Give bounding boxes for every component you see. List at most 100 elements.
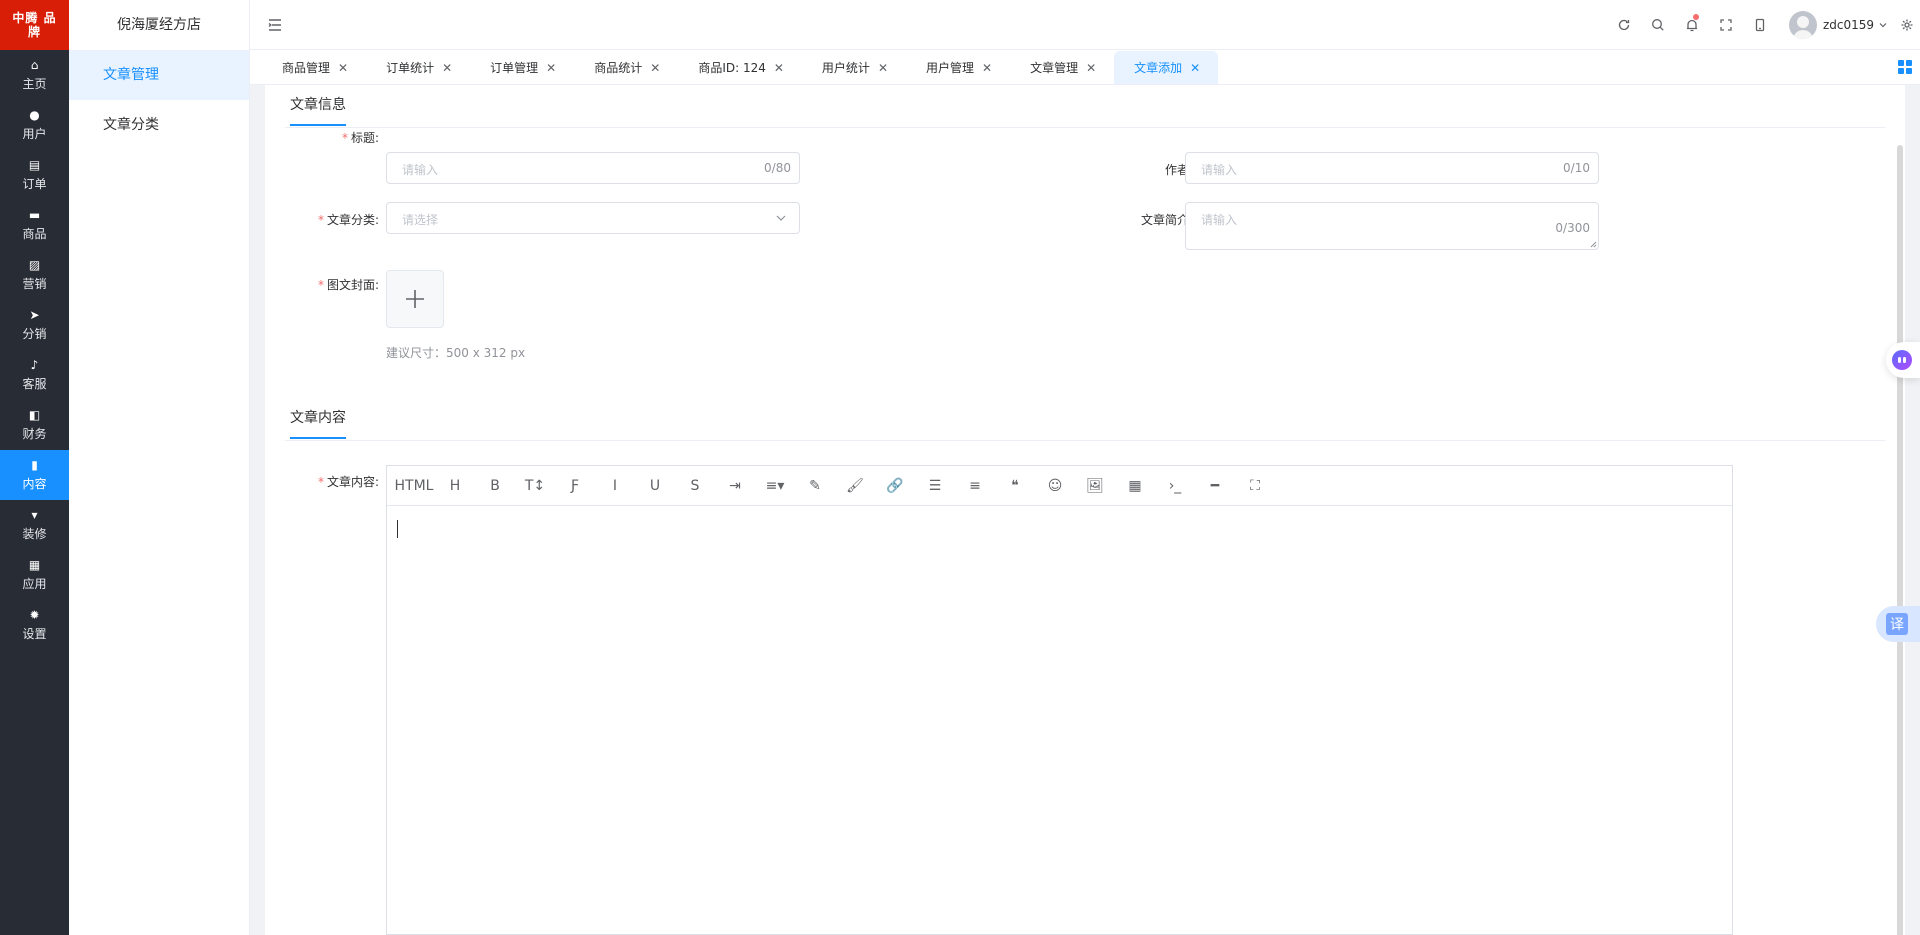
editor-tool-button[interactable]: T↕	[515, 472, 555, 500]
sidebar-item-10[interactable]: ▦ 应用	[0, 550, 69, 600]
tab[interactable]: 文章添加 ✕	[1114, 51, 1219, 84]
editor-tool-button[interactable]: I	[595, 472, 635, 500]
tab[interactable]: 商品ID: 124 ✕	[678, 51, 802, 84]
close-icon[interactable]: ✕	[1086, 61, 1096, 75]
editor-tool-button[interactable]: Ƒ	[555, 472, 595, 500]
close-icon[interactable]: ✕	[338, 61, 348, 75]
tab[interactable]: 用户统计 ✕	[802, 51, 906, 84]
mobile-icon[interactable]	[1743, 0, 1777, 50]
tab[interactable]: 商品管理 ✕	[262, 51, 366, 84]
sidebar-item-8[interactable]: ▮ 内容	[0, 450, 69, 500]
sidebar-item-6[interactable]: ♪ 客服	[0, 350, 69, 400]
resize-handle-icon[interactable]	[1589, 240, 1597, 248]
required-mark: *	[317, 475, 324, 489]
editor-tool-button[interactable]: ▦	[1115, 472, 1155, 500]
cover-upload-button[interactable]	[386, 270, 444, 328]
translate-icon: 译	[1886, 613, 1908, 635]
tab[interactable]: 文章管理 ✕	[1010, 51, 1114, 84]
tab[interactable]: 订单管理 ✕	[470, 51, 574, 84]
close-icon[interactable]: ✕	[546, 61, 556, 75]
category-label: * 文章分类:	[275, 211, 379, 228]
sidebar-item-5[interactable]: ➤ 分销	[0, 300, 69, 350]
editor-tool-button[interactable]: ❝	[995, 472, 1035, 500]
divider	[285, 440, 1885, 441]
fullscreen-icon[interactable]	[1709, 0, 1743, 50]
tab-label: 订单管理	[490, 61, 539, 75]
content-label-text: 文章内容:	[326, 475, 379, 489]
username: zdc0159	[1822, 18, 1874, 32]
sidebar-item-4[interactable]: ▨ 营销	[0, 250, 69, 300]
refresh-icon[interactable]	[1607, 0, 1641, 50]
editor-tool-button[interactable]: ☰	[915, 472, 955, 500]
editor-tool-button[interactable]: 🖌	[835, 472, 875, 500]
sidebar-item-label: 内容	[22, 477, 47, 491]
editor-tool-button[interactable]: ━	[1195, 472, 1235, 500]
chevron-down-icon	[1879, 23, 1887, 28]
sidebar-item-3[interactable]: ▬ 商品	[0, 200, 69, 250]
editor-tool-button[interactable]: HTML	[393, 472, 435, 500]
tabs-menu-icon[interactable]	[1898, 60, 1912, 74]
tab[interactable]: 用户管理 ✕	[906, 51, 1010, 84]
close-icon[interactable]: ✕	[1190, 61, 1200, 75]
sidebar-item-2[interactable]: ▤ 订单	[0, 150, 69, 200]
rich-text-editor: HTML H B T↕ Ƒ I U S ⇥ ≡▾ ✎ 🖌 🔗 ☰ ≡ ❝ ☺ 🖼 ▦ ›_ ━ ⛶	[386, 465, 1733, 935]
title-input[interactable]: 请输入 0/80	[386, 152, 800, 184]
editor-tool-button[interactable]: ⇥	[715, 472, 755, 500]
bell-icon[interactable]	[1675, 0, 1709, 50]
sidebar-item-label: 商品	[22, 227, 47, 241]
sidebar-item-label: 订单	[22, 177, 47, 191]
author-input[interactable]: 请输入 0/10	[1185, 152, 1599, 184]
submenu-item[interactable]: 文章管理	[69, 50, 249, 100]
brand-logo[interactable]: 中腾 品牌	[0, 0, 69, 50]
author-placeholder: 请输入	[1201, 163, 1238, 177]
summary-textarea[interactable]: 请输入 0/300	[1185, 202, 1599, 250]
menu-toggle-icon[interactable]	[267, 17, 283, 33]
editor-tool-button[interactable]: B	[475, 472, 515, 500]
app-root: 中腾 品牌 ⌂ 主页 ● 用户 ▤ 订单 ▬ 商品 ▨ 营销 ➤ 分销 ♪ 客服 ◧ 财务 ▮ 内容 ▾ 装修 ▦ 应用 ✹…	[0, 0, 1920, 935]
user-menu[interactable]: zdc0159	[1777, 0, 1894, 50]
user-icon: ●	[29, 108, 40, 122]
gear-icon[interactable]	[1894, 0, 1920, 50]
section-title-content: 文章内容	[290, 407, 346, 439]
sidebar-item-label: 财务	[22, 427, 47, 441]
ai-assistant-button[interactable]	[1886, 342, 1920, 378]
tab[interactable]: 商品统计 ✕	[574, 51, 678, 84]
sidebar-item-11[interactable]: ✹ 设置	[0, 600, 69, 650]
close-icon[interactable]: ✕	[650, 61, 660, 75]
scrollbar[interactable]	[1897, 145, 1903, 935]
sidebar-item-0[interactable]: ⌂ 主页	[0, 50, 69, 100]
editor-tool-button[interactable]: ☺	[1035, 472, 1075, 500]
editor-tool-button[interactable]: ≡▾	[755, 472, 795, 500]
sidebar-item-1[interactable]: ● 用户	[0, 100, 69, 150]
tab[interactable]: 订单统计 ✕	[366, 51, 470, 84]
category-select[interactable]: 请选择	[386, 202, 800, 234]
editor-tool-button[interactable]: ≡	[955, 472, 995, 500]
editor-body[interactable]	[387, 506, 1732, 934]
notification-dot	[1692, 14, 1699, 20]
translate-button[interactable]: 译	[1876, 606, 1920, 642]
editor-tool-button[interactable]: S	[675, 472, 715, 500]
sidebar-item-9[interactable]: ▾ 装修	[0, 500, 69, 550]
sidebar-item-7[interactable]: ◧ 财务	[0, 400, 69, 450]
editor-tool-button[interactable]: ›_	[1155, 472, 1195, 500]
avatar	[1788, 11, 1817, 39]
editor-tool-button[interactable]: ✎	[795, 472, 835, 500]
search-icon[interactable]	[1641, 0, 1675, 50]
editor-tool-button[interactable]: ⛶	[1235, 472, 1275, 500]
sidebar-item-label: 主页	[22, 77, 47, 91]
editor-tool-button[interactable]: H	[435, 472, 475, 500]
editor-tool-button[interactable]: 🖼	[1075, 472, 1115, 500]
author-count: 0/10	[1563, 161, 1590, 175]
submenu-item[interactable]: 文章分类	[69, 100, 249, 150]
author-label: 作者:	[1164, 163, 1193, 177]
tab-label: 用户统计	[821, 61, 870, 75]
editor-tool-button[interactable]: U	[635, 472, 675, 500]
close-icon[interactable]: ✕	[774, 61, 784, 75]
editor-tool-button[interactable]: 🔗	[875, 472, 915, 500]
close-icon[interactable]: ✕	[442, 61, 452, 75]
close-icon[interactable]: ✕	[878, 61, 888, 75]
tab-label: 用户管理	[926, 61, 975, 75]
close-icon[interactable]: ✕	[982, 61, 992, 75]
title-label-text: 标题:	[350, 131, 379, 145]
sidebar-item-label: 装修	[22, 527, 47, 541]
